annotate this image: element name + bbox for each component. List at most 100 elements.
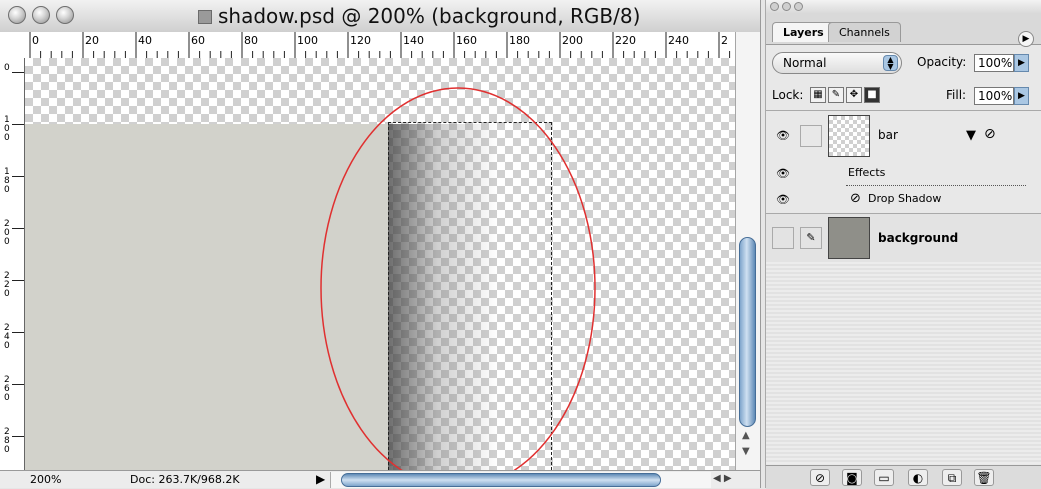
eye-visibility-icon[interactable]: 👁: [772, 189, 794, 211]
vertical-scroll-thumb[interactable]: [739, 237, 756, 427]
ruler-tick-label: 240: [4, 323, 10, 351]
document-window: shadow.psd @ 200% (background, RGB/8) 0 2…: [0, 0, 761, 488]
ruler-tick: [12, 332, 24, 333]
divider: [846, 185, 1026, 186]
layer-row-background[interactable]: ✎ background: [766, 214, 1041, 262]
ruler-tick-label: 220: [615, 34, 636, 47]
lock-all-icon[interactable]: ■: [864, 87, 880, 103]
ruler-tick-label: 160: [456, 34, 477, 47]
ruler-tick: [12, 176, 24, 177]
palette-minimize-button[interactable]: [782, 2, 791, 11]
lock-position-icon[interactable]: ✥: [846, 87, 862, 103]
scroll-left-right-arrows-icon[interactable]: ◀ ▶: [713, 473, 732, 484]
ruler-tick-label: 20: [85, 34, 99, 47]
horizontal-scroll-thumb[interactable]: [341, 473, 661, 487]
scroll-up-arrow-icon[interactable]: ▲: [742, 430, 750, 441]
minimize-window-button[interactable]: [32, 6, 50, 24]
layer-effects-row[interactable]: 👁 Effects: [766, 161, 1041, 187]
blend-mode-stepper-icon[interactable]: ▲ ▼: [883, 55, 898, 71]
layer-link-box[interactable]: [800, 125, 822, 147]
eye-visibility-icon[interactable]: 👁: [772, 163, 794, 185]
fill-label: Fill:: [946, 88, 967, 102]
ruler-tick-label: 80: [244, 34, 258, 47]
ruler-tick-label: 180: [509, 34, 530, 47]
palette-close-button[interactable]: [770, 2, 779, 11]
status-menu-arrow-icon[interactable]: ▶: [316, 472, 325, 486]
effect-fx-icon: ⊘: [850, 191, 861, 206]
lock-image-brush-icon[interactable]: ✎: [828, 87, 844, 103]
layer-style-button-icon[interactable]: ⊘: [810, 469, 830, 486]
selection-marquee: [388, 122, 552, 470]
add-mask-button-icon[interactable]: ◙: [842, 469, 862, 486]
new-group-folder-icon[interactable]: ▭: [874, 469, 894, 486]
ruler-tick: [12, 384, 24, 385]
ruler-tick-label: 100: [4, 115, 10, 143]
layer-effect-drop-shadow[interactable]: 👁 ⊘ Drop Shadow: [766, 187, 1041, 213]
palette-menu-icon[interactable]: ▶: [1018, 31, 1034, 47]
vertical-ruler[interactable]: 0 100 180 200 220 240 260 280: [0, 58, 25, 470]
document-size-info: Doc: 263.7K/968.2K: [130, 473, 240, 486]
ruler-tick-label: 180: [4, 167, 10, 195]
ruler-tick-label: 280: [4, 427, 10, 455]
zoom-level[interactable]: 200%: [30, 473, 61, 486]
palette-zoom-button[interactable]: [794, 2, 803, 11]
layers-palette: Layers Channels ▶ Normal ▲ ▼ Opacity: 100…: [765, 0, 1041, 489]
ruler-tick-label: 0: [32, 34, 39, 47]
horizontal-ruler[interactable]: 0 20 40 60 80 100 120 140 160 180 200 220 240 2: [0, 32, 735, 59]
effects-expand-triangle-icon[interactable]: ▼: [966, 128, 976, 143]
ruler-tick-label: 220: [4, 271, 10, 299]
layer-thumbnail: [828, 115, 870, 157]
status-bar: 200% Doc: 263.7K/968.2K ▶ ◀ ▶: [0, 470, 760, 488]
layer-style-fx-icon[interactable]: ⊘: [984, 126, 996, 142]
blend-mode-select[interactable]: Normal ▲ ▼: [772, 52, 902, 74]
drop-shadow-label: Drop Shadow: [868, 192, 942, 205]
zoom-window-button[interactable]: [56, 6, 74, 24]
ruler-tick: [12, 436, 24, 437]
lock-transparent-icon[interactable]: ▦: [810, 87, 826, 103]
image-canvas[interactable]: [25, 58, 735, 470]
ruler-tick-label: 240: [668, 34, 689, 47]
window-title: shadow.psd @ 200% (background, RGB/8): [218, 4, 641, 28]
trash-delete-icon[interactable]: 🗑: [974, 469, 994, 486]
fill-slider-arrow-icon[interactable]: ▶: [1014, 87, 1029, 105]
fill-input[interactable]: 100%: [974, 87, 1014, 105]
title-bar: shadow.psd @ 200% (background, RGB/8): [0, 0, 760, 33]
eye-visibility-box[interactable]: [772, 227, 794, 249]
ruler-tick-label: 120: [350, 34, 371, 47]
brush-edit-icon[interactable]: ✎: [800, 227, 822, 249]
ruler-tick-label: 60: [191, 34, 205, 47]
opacity-label: Opacity:: [917, 55, 967, 69]
ruler-tick-label: 200: [562, 34, 583, 47]
scroll-down-arrow-icon[interactable]: ▼: [742, 446, 750, 457]
close-window-button[interactable]: [8, 6, 26, 24]
layers-list-empty-area: [766, 262, 1041, 464]
tab-channels[interactable]: Channels: [828, 22, 901, 42]
effects-label: Effects: [848, 166, 886, 179]
palette-bottom-toolbar: ⊘ ◙ ▭ ◐ ⧉ 🗑: [766, 465, 1041, 489]
layer-row-bar[interactable]: 👁 bar ▼ ⊘: [766, 111, 1041, 161]
layer-name[interactable]: background: [878, 231, 958, 245]
vertical-scrollbar[interactable]: ▲ ▼: [735, 32, 760, 470]
ruler-tick: [12, 280, 24, 281]
document-icon: [198, 10, 212, 24]
tab-layers[interactable]: Layers: [772, 22, 835, 42]
background-layer-fill: [25, 124, 388, 470]
palette-title-bar: [766, 0, 1041, 14]
eye-visibility-icon[interactable]: 👁: [772, 125, 794, 147]
opacity-input[interactable]: 100%: [974, 54, 1014, 72]
blend-mode-value: Normal: [783, 56, 827, 70]
layer-name[interactable]: bar: [878, 128, 898, 142]
lock-label: Lock:: [772, 88, 804, 102]
layer-thumbnail: [828, 217, 870, 259]
horizontal-scrollbar[interactable]: [330, 472, 711, 488]
opacity-slider-arrow-icon[interactable]: ▶: [1014, 54, 1029, 72]
ruler-tick-label: 100: [297, 34, 318, 47]
adjustment-layer-icon[interactable]: ◐: [908, 469, 928, 486]
new-layer-button-icon[interactable]: ⧉: [942, 469, 962, 486]
ruler-tick-label: 260: [4, 375, 10, 403]
ruler-tick-label: 200: [4, 219, 10, 247]
ruler-tick-label: 40: [138, 34, 152, 47]
ruler-tick: [12, 124, 24, 125]
ruler-tick-label: 2: [721, 34, 728, 47]
ruler-tick: [12, 72, 24, 73]
